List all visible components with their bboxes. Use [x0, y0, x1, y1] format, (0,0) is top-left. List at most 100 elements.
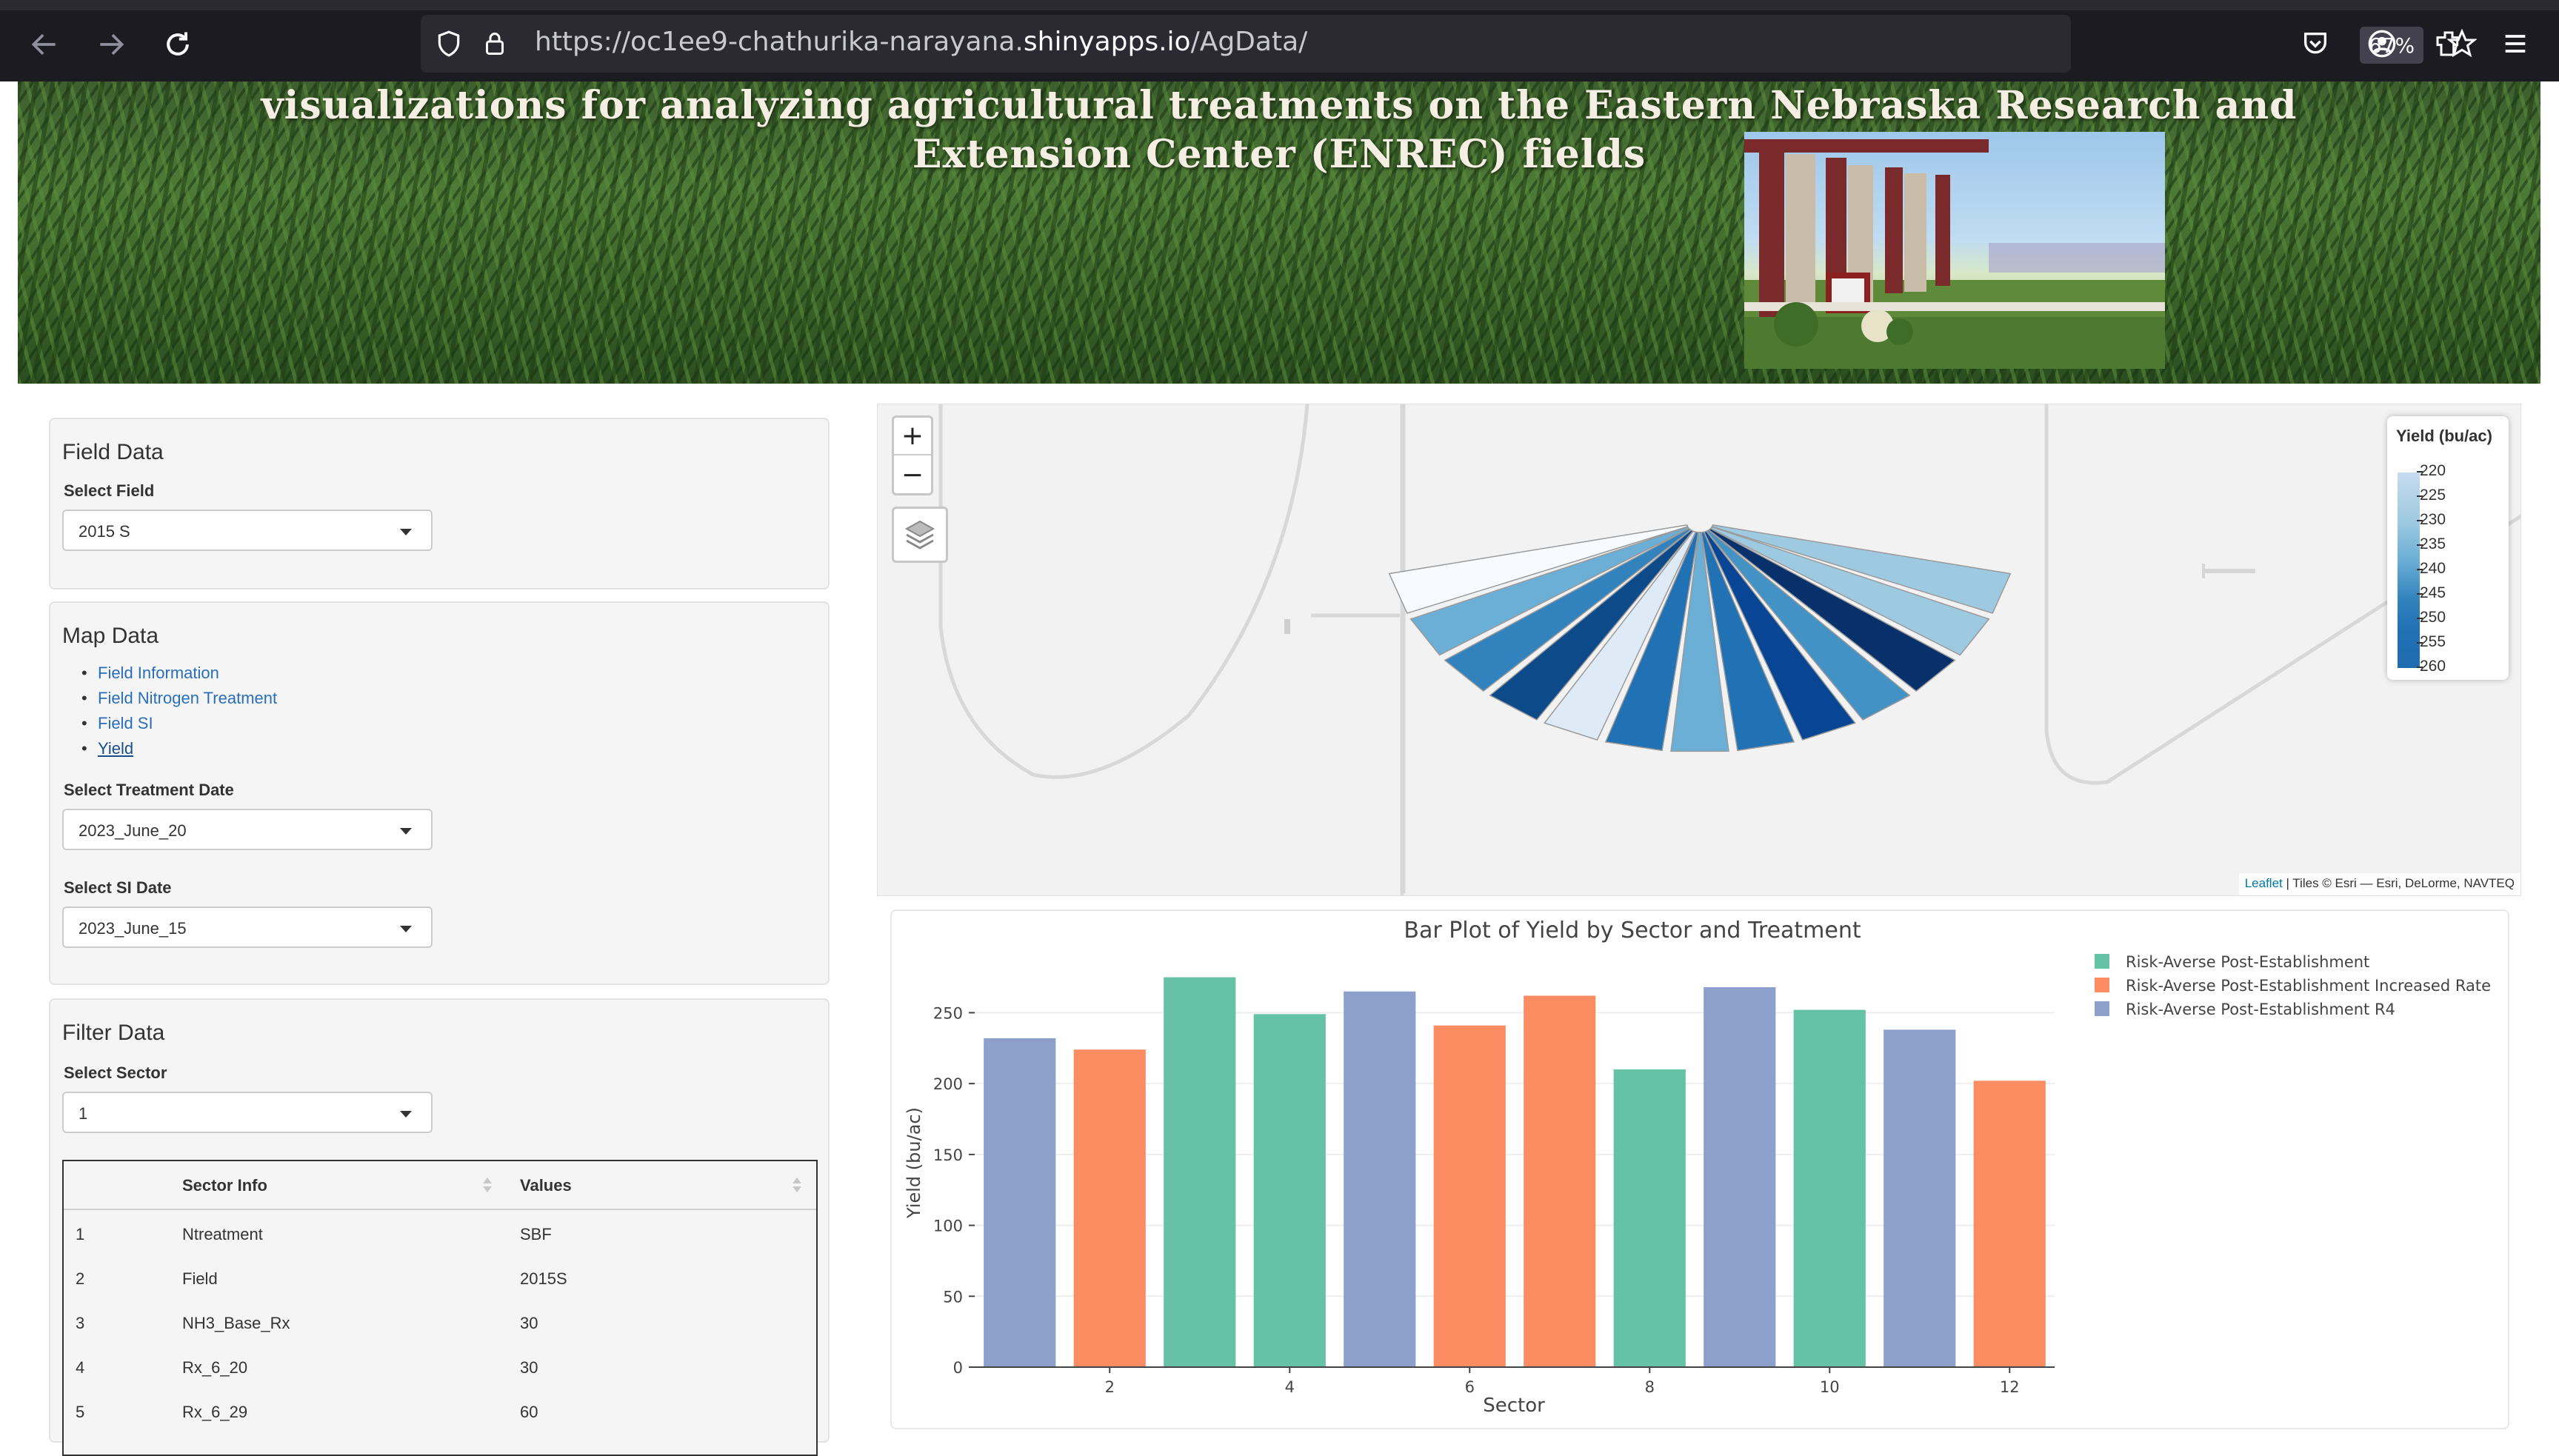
chart-bar[interactable] [1433, 1025, 1506, 1367]
table-row: 2 Field 2015S [64, 1256, 816, 1300]
table-row: 4 Rx_6_20 30 [64, 1345, 816, 1389]
menu-icon[interactable] [2495, 23, 2536, 64]
legend-tick: 250 [2416, 609, 2446, 626]
chart-bar[interactable] [1973, 1081, 2046, 1367]
yield-map[interactable]: + − Yield (bu/ac) 220 225 230 235 240 24… [877, 404, 2521, 896]
legend-entry-label[interactable]: Risk-Averse Post-Establishment Increased… [2126, 977, 2491, 995]
chevron-down-icon [400, 926, 412, 932]
si-date-value: 2023_June_15 [79, 919, 187, 938]
chart-bar[interactable] [1613, 1069, 1686, 1367]
zoom-out-button[interactable]: − [894, 456, 931, 494]
chart-bar[interactable] [1524, 995, 1596, 1367]
chart-bar[interactable] [1704, 986, 1776, 1367]
treatment-date-dropdown[interactable]: 2023_June_20 [62, 809, 433, 850]
y-axis-label: Yield (bu/ac) [904, 1107, 924, 1219]
yield-bar-chart[interactable]: Bar Plot of Yield by Sector and Treatmen… [892, 911, 2511, 1431]
map-zoom-control: + − [892, 415, 933, 495]
sort-icon[interactable] [793, 1176, 801, 1195]
x-tick-label: 10 [1820, 1378, 1840, 1396]
forward-arrow-icon[interactable] [87, 21, 135, 68]
layers-control-button[interactable] [892, 507, 948, 563]
chart-bar[interactable] [984, 1038, 1056, 1367]
legend-tick: 240 [2416, 560, 2446, 577]
select-field-dropdown[interactable]: 2015 S [62, 510, 433, 551]
column-header-sector-info[interactable]: Sector Info [182, 1176, 267, 1195]
map-data-heading: Map Data [62, 624, 159, 648]
y-tick-label: 200 [933, 1075, 963, 1093]
yield-legend: Yield (bu/ac) 220 225 230 235 240 245 25… [2387, 416, 2509, 680]
zoom-in-button[interactable]: + [894, 418, 931, 455]
chevron-down-icon [400, 1111, 412, 1118]
extensions-icon[interactable] [2428, 23, 2469, 64]
yield-bar-plot-card: Bar Plot of Yield by Sector and Treatmen… [890, 909, 2509, 1429]
legend-swatch[interactable] [2095, 978, 2109, 992]
url-prefix: https://oc1ee9-chathurika-narayana. [535, 27, 1024, 57]
chart-bar[interactable] [1884, 1029, 1956, 1367]
leaflet-link[interactable]: Leaflet [2245, 876, 2283, 890]
cell-sector-info: Rx_6_29 [182, 1403, 248, 1421]
link-field-information[interactable]: Field Information [81, 661, 277, 686]
legend-swatch[interactable] [2095, 954, 2109, 969]
map-roads [938, 404, 2520, 895]
chart-bar[interactable] [1793, 1009, 1866, 1367]
legend-tick: 245 [2416, 584, 2446, 601]
legend-tick: 255 [2416, 633, 2446, 650]
link-field-si[interactable]: Field SI [81, 711, 277, 736]
column-header-values[interactable]: Values [520, 1176, 572, 1195]
shield-icon[interactable] [428, 23, 470, 64]
legend-color-ramp [2398, 472, 2420, 668]
cell-value: SBF [520, 1225, 552, 1243]
browser-toolbar: https://oc1ee9-chathurika-narayana.shiny… [0, 0, 2559, 81]
chart-bar[interactable] [1253, 1014, 1326, 1367]
back-arrow-icon[interactable] [21, 21, 68, 68]
yield-sector-wedges [1388, 524, 2012, 752]
select-field-value: 2015 S [79, 522, 130, 541]
url-host: shinyapps.io [1023, 27, 1191, 57]
si-date-label: Select SI Date [64, 878, 172, 897]
treatment-date-label: Select Treatment Date [64, 781, 234, 799]
select-sector-dropdown[interactable]: 1 [62, 1092, 433, 1133]
table-row: 3 NH3_Base_Rx 30 [64, 1300, 816, 1345]
select-field-label: Select Field [64, 481, 155, 500]
table-row: 5 Rx_6_29 60 [64, 1389, 816, 1434]
tab-strip [0, 0, 2559, 10]
legend-tick: 230 [2416, 511, 2446, 528]
chart-x-ticks: 2 4 6 8 10 12 [1105, 1367, 2020, 1396]
legend-swatch[interactable] [2095, 1001, 2109, 1016]
legend-entry-label[interactable]: Risk-Averse Post-Establishment R4 [2126, 1001, 2395, 1018]
address-bar[interactable]: https://oc1ee9-chathurika-narayana.shiny… [421, 15, 2477, 73]
legend-tick: 220 [2416, 462, 2446, 479]
sort-icon[interactable] [483, 1176, 492, 1195]
chart-bar[interactable] [1344, 991, 1416, 1367]
cell-value: 2015S [520, 1269, 567, 1288]
account-icon[interactable] [2361, 23, 2403, 64]
x-axis-label: Sector [1483, 1395, 1545, 1417]
chart-bar[interactable] [1164, 977, 1236, 1367]
si-date-dropdown[interactable]: 2023_June_15 [62, 906, 433, 948]
cell-index: 2 [76, 1269, 85, 1288]
chart-bar[interactable] [1073, 1049, 1146, 1367]
reload-icon[interactable] [154, 21, 201, 68]
legend-title: Yield (bu/ac) [2396, 427, 2492, 445]
cell-sector-info: Ntreatment [182, 1225, 263, 1243]
legend-entry-label[interactable]: Risk-Averse Post-Establishment [2126, 953, 2369, 971]
map-layer-links: Field Information Field Nitrogen Treatme… [81, 661, 277, 761]
y-tick-label: 250 [933, 1004, 963, 1022]
enrec-building-photo [1744, 132, 2165, 369]
table-header: Sector Info Values [64, 1161, 816, 1210]
url-text[interactable]: https://oc1ee9-chathurika-narayana.shiny… [535, 27, 1307, 57]
cell-value: 60 [520, 1403, 538, 1421]
pocket-icon[interactable] [2295, 23, 2336, 64]
filter-data-panel: Filter Data Select Sector 1 Sector Info … [49, 998, 830, 1456]
cell-index: 5 [76, 1403, 85, 1421]
x-tick-label: 4 [1285, 1378, 1295, 1396]
banner-title-line-1: visualizations for analyzing agricultura… [261, 83, 2298, 128]
field-data-panel: Field Data Select Field 2015 S [49, 418, 830, 590]
field-data-heading: Field Data [62, 440, 164, 464]
link-field-nitrogen-treatment[interactable]: Field Nitrogen Treatment [81, 686, 277, 711]
lock-icon[interactable] [474, 23, 516, 64]
cell-index: 3 [76, 1314, 85, 1332]
y-tick-label: 150 [933, 1146, 963, 1164]
cell-sector-info: NH3_Base_Rx [182, 1314, 290, 1332]
link-yield[interactable]: Yield [81, 736, 277, 761]
